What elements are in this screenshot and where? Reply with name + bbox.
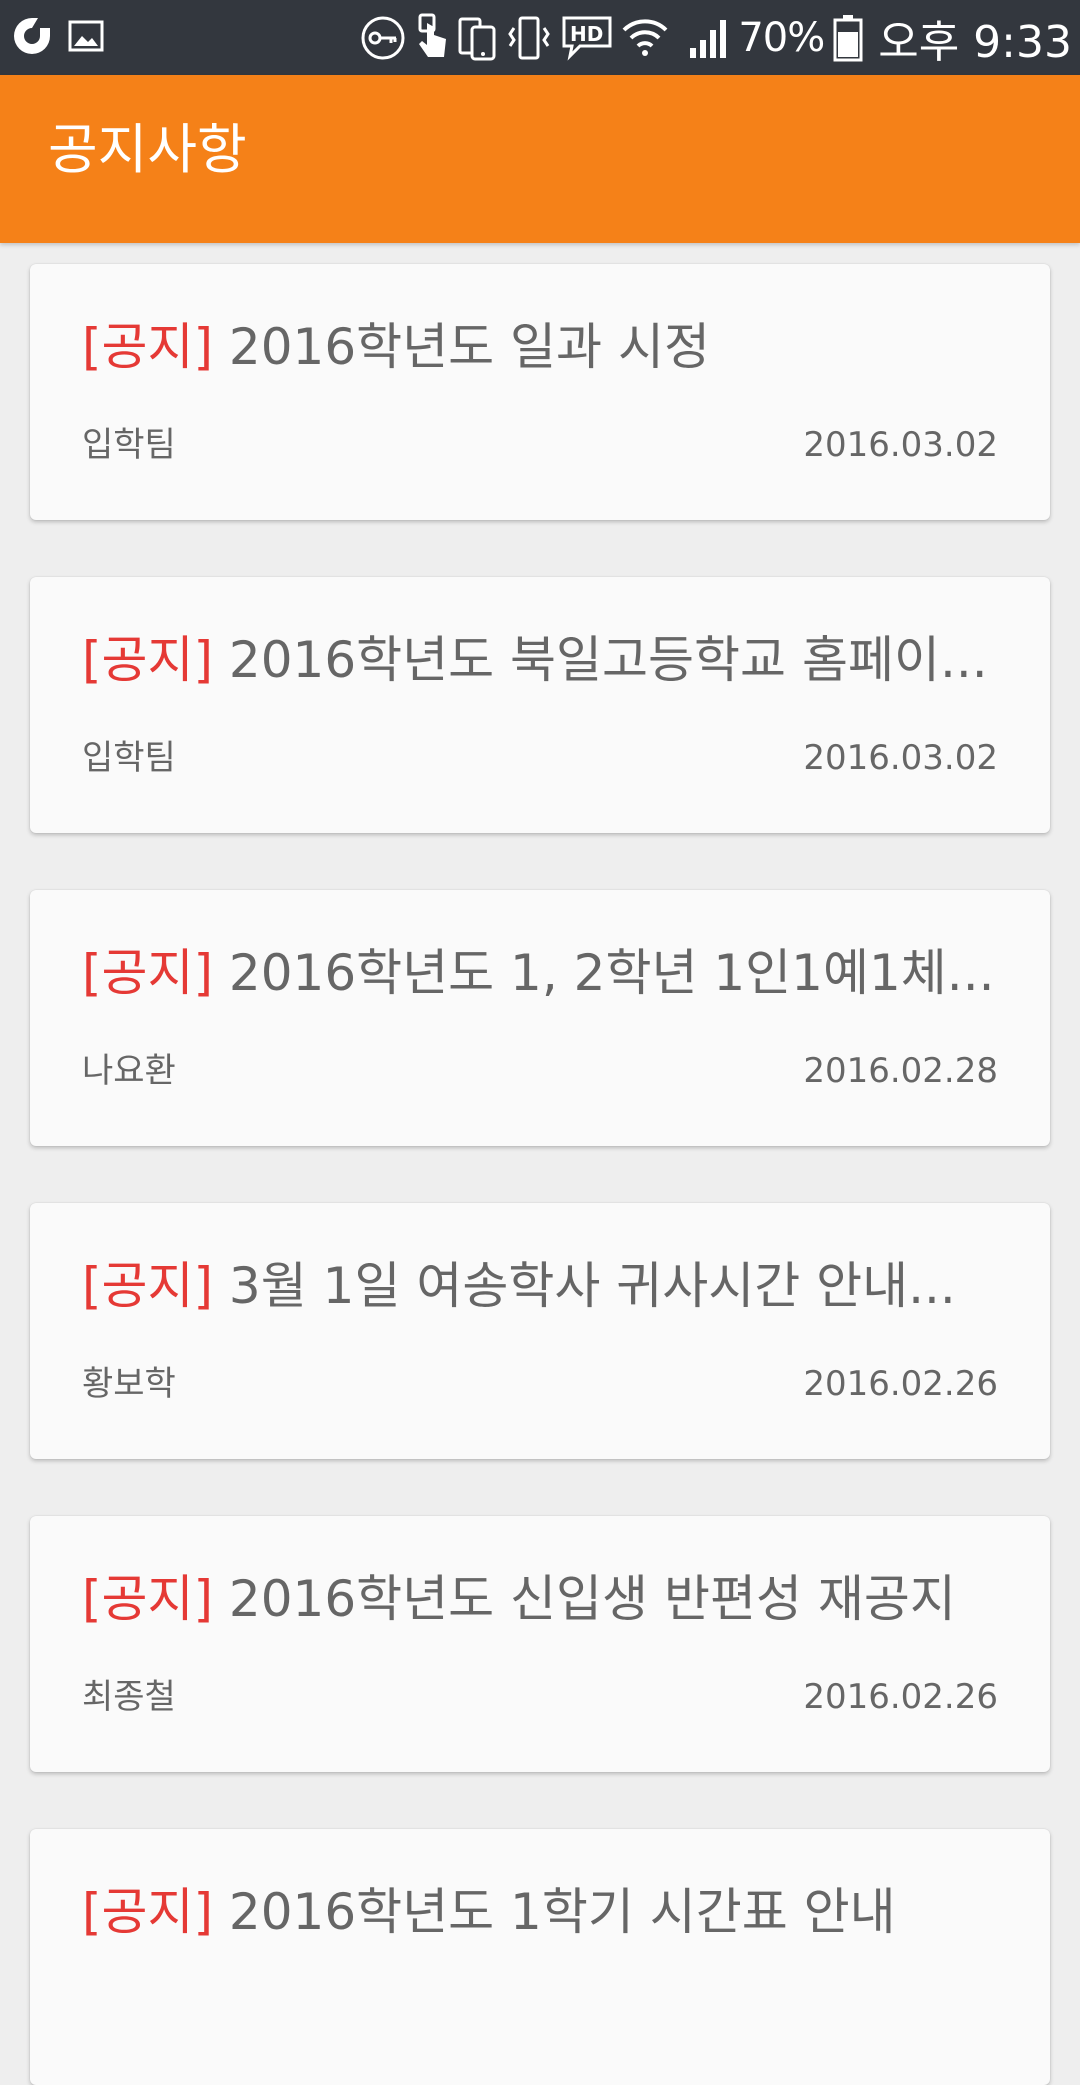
wifi-icon [622, 18, 668, 58]
app-notification-icon [10, 14, 54, 58]
notice-title-line: [공지] 3월 1일 여송학사 귀사시간 안내... [82, 1261, 1032, 1311]
notice-title: 2016학년도 1, 2학년 1인1예1체... [228, 948, 995, 998]
notice-card[interactable]: [공지] 2016학년도 1학기 시간표 안내 [30, 1829, 1050, 2085]
notice-title: 2016학년도 신입생 반편성 재공지 [228, 1574, 956, 1624]
notice-title-line: [공지] 2016학년도 1학기 시간표 안내 [82, 1887, 1032, 1937]
status-bar-system: HD 70% 오후 9:33 [360, 8, 1072, 68]
notice-tag: [공지] [82, 1261, 214, 1311]
notice-author: 황보학 [82, 1364, 176, 1404]
notice-date: 2016.02.28 [803, 1051, 998, 1091]
notice-tag: [공지] [82, 1574, 214, 1624]
notice-date: 2016.03.02 [803, 425, 998, 465]
status-bar-notifications [10, 14, 104, 58]
notice-title: 2016학년도 1학기 시간표 안내 [228, 1887, 896, 1937]
notice-card[interactable]: [공지] 2016학년도 신입생 반편성 재공지 최종철 2016.02.26 [30, 1516, 1050, 1772]
notice-author: 입학팀 [82, 738, 176, 778]
notice-date: 2016.02.26 [803, 1677, 998, 1717]
notice-title: 2016학년도 북일고등학교 홈페이... [228, 635, 988, 685]
notice-card[interactable]: [공지] 2016학년도 북일고등학교 홈페이... 입학팀 2016.03.0… [30, 577, 1050, 833]
notice-title-line: [공지] 2016학년도 북일고등학교 홈페이... [82, 635, 1032, 685]
notice-date: 2016.02.26 [803, 1364, 998, 1404]
notice-title-line: [공지] 2016학년도 일과 시정 [82, 322, 1032, 372]
notice-author: 최종철 [82, 1677, 176, 1717]
notice-tag: [공지] [82, 1887, 214, 1937]
clock: 오후 9:33 [878, 17, 1072, 68]
notice-title-line: [공지] 2016학년도 1, 2학년 1인1예1체... [82, 948, 1032, 998]
notice-card[interactable]: [공지] 2016학년도 일과 시정 입학팀 2016.03.02 [30, 264, 1050, 520]
touch-icon [414, 13, 450, 63]
image-notification-icon [68, 20, 104, 52]
page-title: 공지사항 [48, 118, 247, 181]
status-bar: HD 70% 오후 9:33 [0, 0, 1080, 75]
notice-title: 2016학년도 일과 시정 [228, 322, 710, 372]
svg-text:HD: HD [570, 22, 603, 46]
notice-tag: [공지] [82, 948, 214, 998]
notice-author: 입학팀 [82, 425, 176, 465]
phone-screen-icon [458, 13, 498, 63]
notice-card[interactable]: [공지] 3월 1일 여송학사 귀사시간 안내... 황보학 2016.02.2… [30, 1203, 1050, 1459]
vpn-key-icon [360, 15, 406, 61]
notice-author: 나요환 [82, 1051, 176, 1091]
vibrate-icon [506, 14, 552, 62]
notice-tag: [공지] [82, 635, 214, 685]
notice-card[interactable]: [공지] 2016학년도 1, 2학년 1인1예1체... 나요환 2016.0… [30, 890, 1050, 1146]
notice-tag: [공지] [82, 322, 214, 372]
battery-percent: 70% [738, 15, 825, 61]
notice-title: 3월 1일 여송학사 귀사시간 안내... [228, 1261, 956, 1311]
battery-icon [832, 13, 864, 63]
notice-date: 2016.03.02 [803, 738, 998, 778]
signal-icon [688, 16, 730, 60]
app-bar: 공지사항 [0, 75, 1080, 243]
notice-title-line: [공지] 2016학년도 신입생 반편성 재공지 [82, 1574, 1032, 1624]
hd-voice-icon: HD [560, 14, 614, 62]
